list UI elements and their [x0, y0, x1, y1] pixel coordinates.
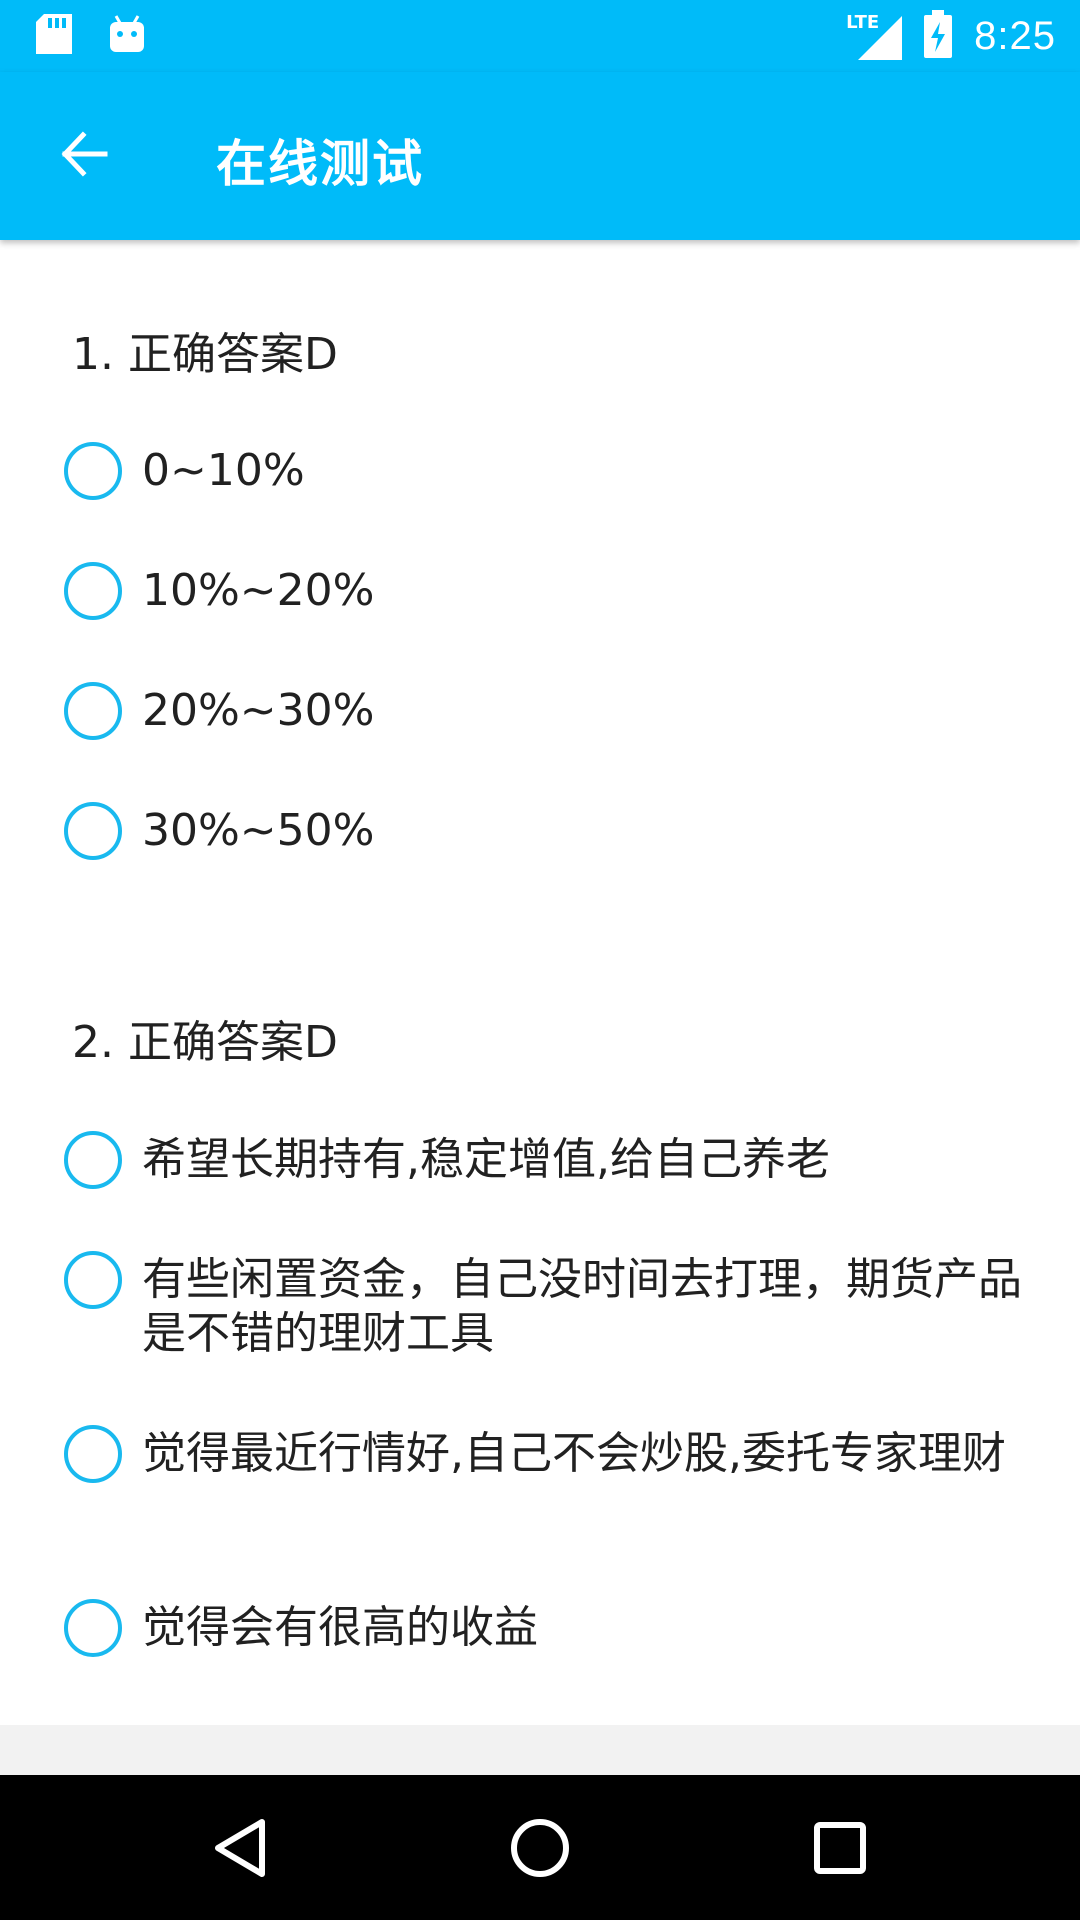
radio-unchecked-icon[interactable]: [64, 562, 122, 620]
sd-card-icon: [36, 14, 72, 58]
radio-unchecked-icon[interactable]: [64, 1131, 122, 1189]
radio-unchecked-icon[interactable]: [64, 802, 122, 860]
option-label: 觉得会有很高的收益: [142, 1602, 538, 1653]
nav-home-button[interactable]: [495, 1805, 585, 1895]
option-radio[interactable]: 觉得会有很高的收益: [64, 1599, 1044, 1657]
back-triangle-icon: [210, 1816, 270, 1884]
option-radio[interactable]: 10%~20%: [64, 562, 1044, 620]
page-title: 在线测试: [216, 135, 424, 193]
option-label: 希望长期持有,稳定增值,给自己养老: [142, 1134, 830, 1185]
option-label: 10%~20%: [142, 565, 375, 616]
option-label: 0~10%: [142, 445, 305, 496]
arrow-back-icon: [59, 129, 109, 183]
clock: 8:25: [974, 13, 1056, 58]
radio-unchecked-icon[interactable]: [64, 1599, 122, 1657]
radio-unchecked-icon[interactable]: [64, 1425, 122, 1483]
quiz-content: 1. 正确答案D 0~10% 10%~20% 20%~30% 30%~50% 2…: [0, 240, 1080, 1725]
option-radio[interactable]: 30%~50%: [64, 802, 1044, 860]
nav-recents-button[interactable]: [795, 1805, 885, 1895]
back-button[interactable]: [44, 116, 124, 196]
option-label: 20%~30%: [142, 685, 375, 736]
option-radio[interactable]: 20%~30%: [64, 682, 1044, 740]
app-bar: 在线测试: [0, 72, 1080, 240]
radio-unchecked-icon[interactable]: [64, 682, 122, 740]
nav-back-button[interactable]: [195, 1805, 285, 1895]
option-radio[interactable]: 有些闲置资金，自己没时间去打理，期货产品是不错的理财工具: [64, 1251, 1044, 1361]
question-title: 1. 正确答案D: [72, 329, 338, 380]
battery-charging-icon: [924, 10, 953, 62]
option-label: 觉得最近行情好,自己不会炒股,委托专家理财: [142, 1428, 1006, 1479]
footer-area: [0, 1725, 1080, 1775]
android-icon: [108, 14, 146, 58]
home-circle-icon: [509, 1817, 571, 1883]
system-nav-bar: [0, 1775, 1080, 1920]
network-type: LTE: [846, 12, 880, 33]
option-radio[interactable]: 希望长期持有,稳定增值,给自己养老: [64, 1131, 1044, 1189]
radio-unchecked-icon[interactable]: [64, 1251, 122, 1309]
option-label: 30%~50%: [142, 805, 375, 856]
question-title: 2. 正确答案D: [72, 1017, 338, 1068]
recents-square-icon: [813, 1821, 867, 1879]
option-radio[interactable]: 0~10%: [64, 442, 1044, 500]
option-radio[interactable]: 觉得最近行情好,自己不会炒股,委托专家理财: [64, 1425, 1044, 1483]
option-label: 有些闲置资金，自己没时间去打理，期货产品是不错的理财工具: [142, 1254, 1022, 1359]
radio-unchecked-icon[interactable]: [64, 442, 122, 500]
status-bar: LTE 8:25: [0, 0, 1080, 72]
signal-icon: LTE: [846, 12, 903, 60]
